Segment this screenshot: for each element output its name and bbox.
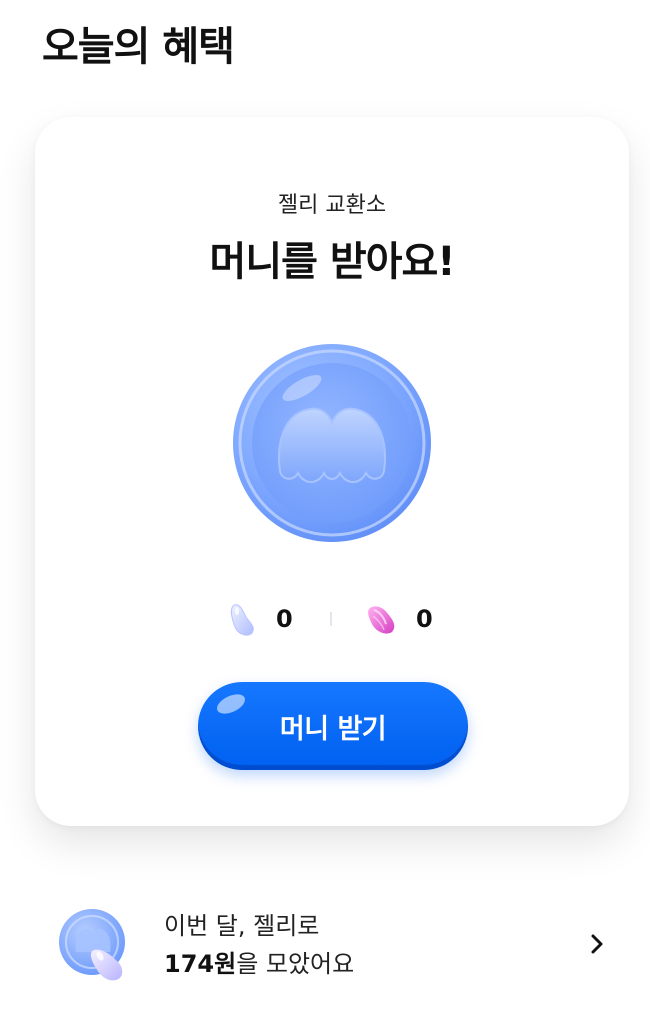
coin-jelly-icon xyxy=(58,906,138,986)
card-subtitle: 젤리 교환소 xyxy=(277,193,387,218)
pink-jelly-icon xyxy=(368,606,395,634)
jelly-counts: 0 0 xyxy=(35,597,629,641)
count-divider xyxy=(330,612,332,626)
blue-jelly-count: 0 xyxy=(228,601,296,637)
monthly-jelly-summary-row[interactable]: 이번 달, 젤리로 174원을 모았어요 xyxy=(58,900,618,990)
blue-jelly-icon xyxy=(230,604,254,636)
monthly-summary-line1: 이번 달, 젤리로 xyxy=(164,912,320,940)
pink-jelly-value: 0 xyxy=(416,605,433,633)
monthly-suffix: 을 모았어요 xyxy=(236,950,355,978)
card-title: 머니를 받아요! xyxy=(209,239,456,285)
get-money-button-label: 머니 받기 xyxy=(279,713,387,745)
jelly-exchange-card: 젤리 교환소 머니를 받아요! 0 0 머니 받기 xyxy=(35,117,629,826)
money-coin-icon xyxy=(232,343,432,543)
button-gloss xyxy=(214,690,248,718)
get-money-button[interactable]: 머니 받기 xyxy=(198,682,468,770)
pink-jelly-count: 0 xyxy=(366,602,436,636)
chevron-right-icon[interactable] xyxy=(588,928,608,960)
page-title: 오늘의 혜택 xyxy=(42,24,235,70)
blue-jelly-value: 0 xyxy=(276,605,293,633)
monthly-amount: 174원 xyxy=(164,950,237,978)
monthly-summary-line2: 174원을 모았어요 xyxy=(164,944,354,979)
